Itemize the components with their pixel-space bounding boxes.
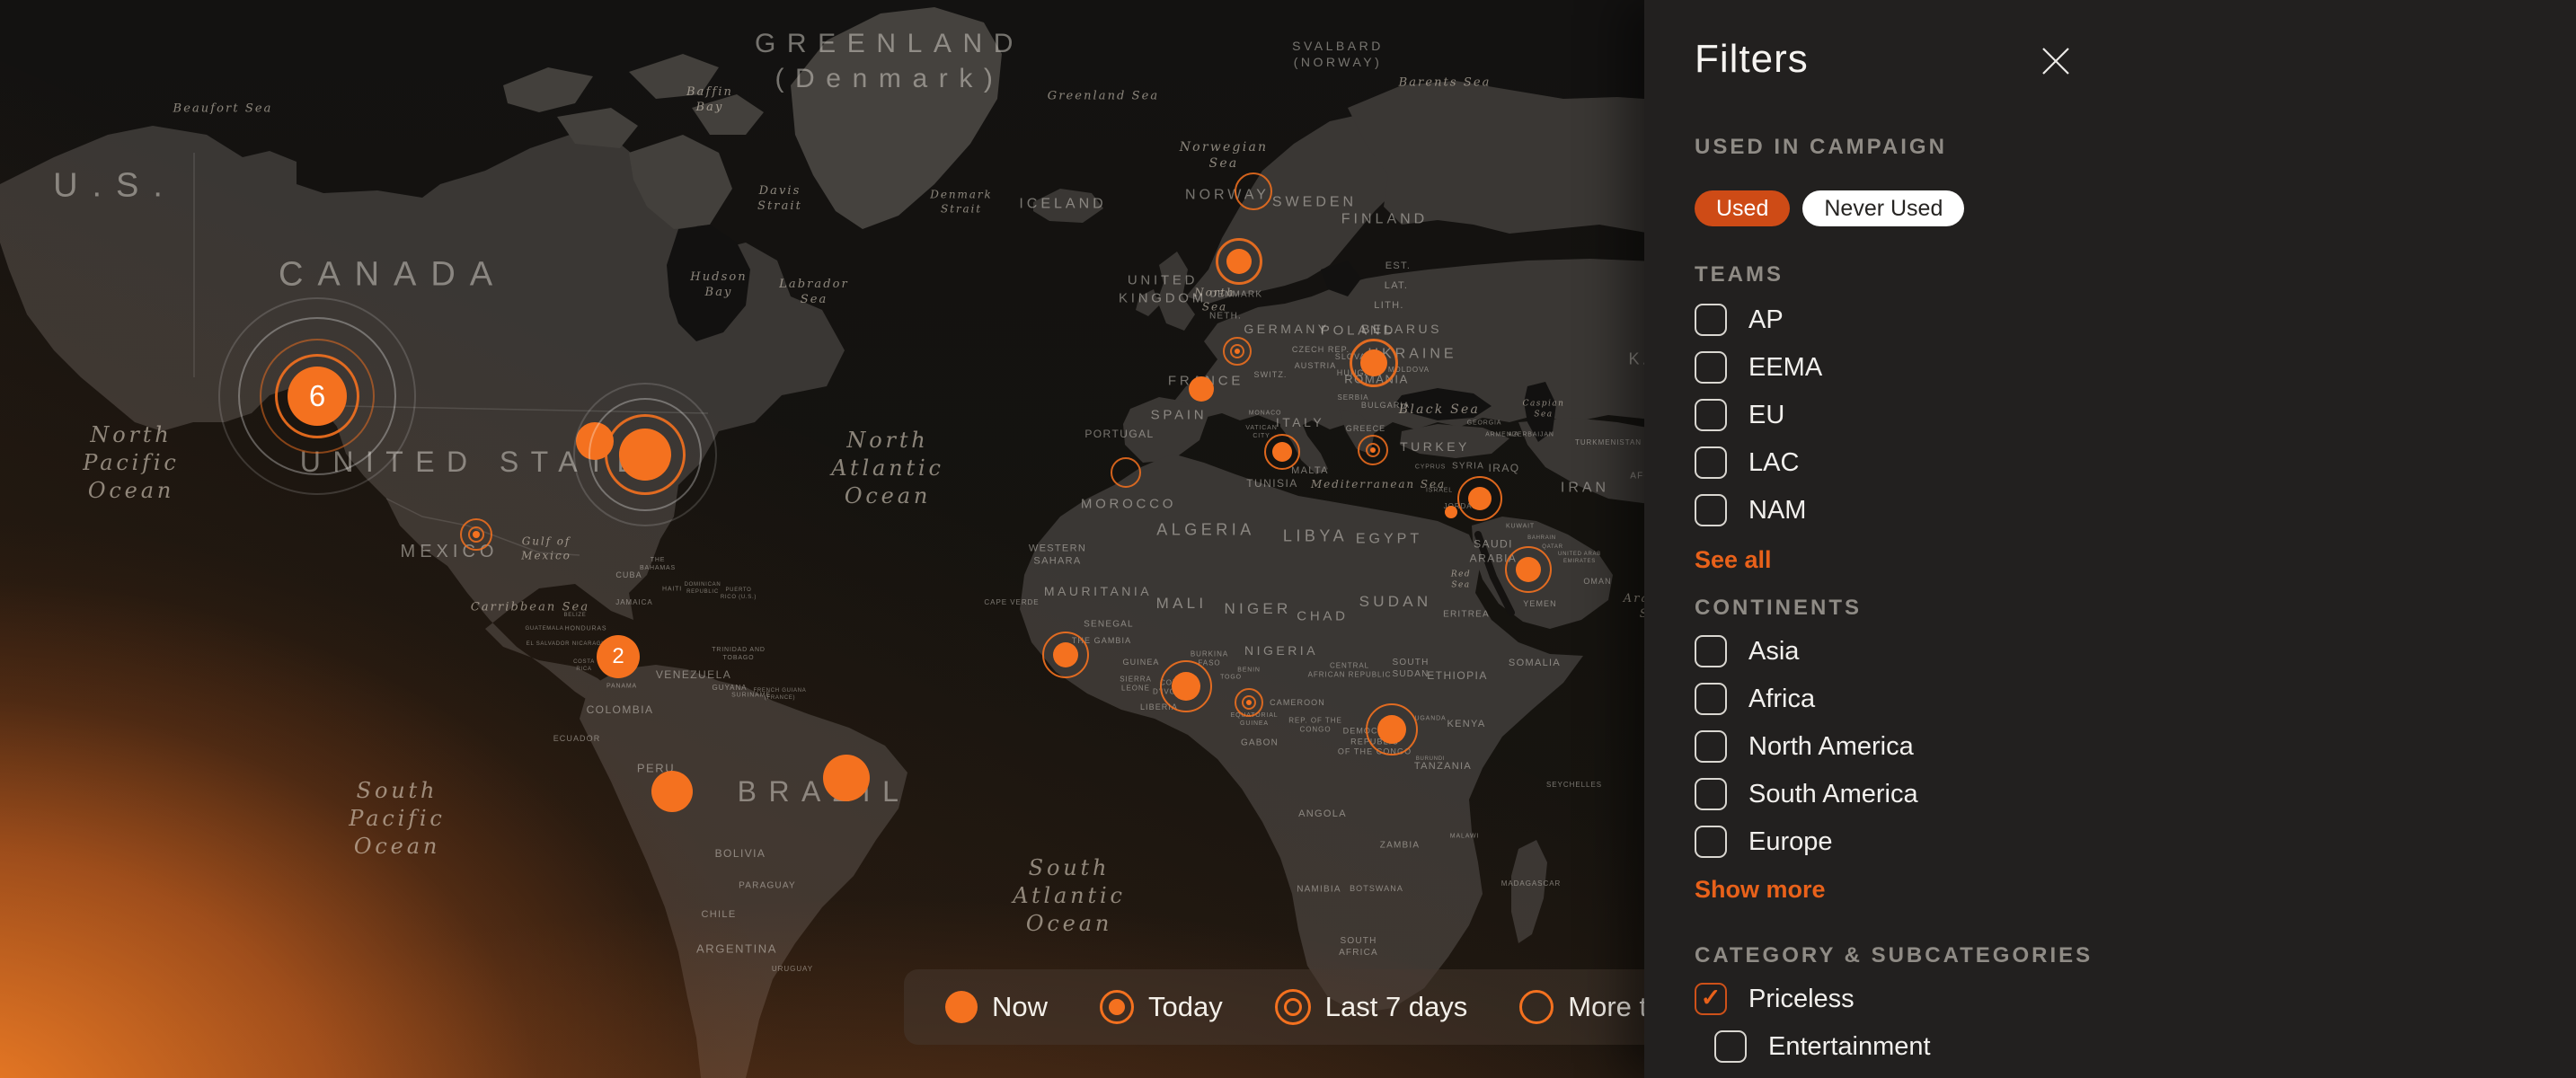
marker-core: [1053, 642, 1078, 667]
checkbox[interactable]: [1695, 304, 1727, 336]
marker-core: [619, 429, 671, 481]
continent-label: North America: [1748, 732, 1914, 762]
campaign-pill-used[interactable]: Used: [1695, 190, 1790, 226]
marker-core: [1172, 672, 1200, 701]
continent-label: Europe: [1748, 827, 1833, 857]
marker-core: [1226, 249, 1252, 274]
app-window: U.S.CANADAUNITED STATESBRAZILGREENLAND (…: [0, 0, 2576, 1078]
see-all-link[interactable]: See all: [1695, 547, 1772, 572]
legend-label: Now: [992, 991, 1048, 1023]
legend-label: Today: [1148, 991, 1223, 1023]
marker-core: [1516, 557, 1541, 582]
close-icon: [2040, 46, 2071, 76]
checkbox[interactable]: [1695, 826, 1727, 858]
team-label: AP: [1748, 305, 1784, 335]
checkbox[interactable]: [1695, 446, 1727, 479]
checkbox[interactable]: [1695, 399, 1727, 431]
section-heading-category-subcategories: CATEGORY & SUBCATEGORIES: [1695, 943, 2576, 968]
continent-label: Africa: [1748, 685, 1815, 714]
continents-checkbox-list: Asia Africa North America South America Euro…: [1695, 635, 2576, 858]
category-label: Entertainment: [1768, 1032, 1931, 1062]
team-label: EU: [1748, 401, 1784, 430]
teams-checkbox-list: AP EEMA EU LAC NAM: [1695, 304, 2576, 526]
marker-core: [823, 755, 870, 801]
continent-label: South America: [1748, 780, 1918, 809]
filters-panel-title: Filters: [1695, 0, 2576, 81]
checkbox[interactable]: [1695, 730, 1727, 763]
team-label: EEMA: [1748, 353, 1822, 383]
marker-ring: [1235, 172, 1272, 210]
filters-panel: Filters USED IN CAMPAIGN UsedNever Used …: [1644, 0, 2576, 1078]
legend-item-last7: Last 7 days: [1275, 989, 1468, 1025]
categories-checkbox-list: Priceless Entertainment: [1695, 983, 2576, 1078]
marker-core: [1377, 715, 1406, 744]
marker-center-dot: [1246, 700, 1252, 705]
team-row-eu[interactable]: EU: [1695, 399, 2576, 431]
marker-core: [1272, 442, 1292, 462]
team-row-eema[interactable]: EEMA: [1695, 351, 2576, 384]
marker-ring: [1111, 457, 1141, 488]
category-row-priceless[interactable]: Priceless: [1695, 983, 2576, 1015]
map-legend: NowTodayLast 7 daysMore than 7 days ago: [904, 969, 1673, 1045]
legend-now-icon: [945, 991, 978, 1023]
checked-checkbox[interactable]: [1695, 983, 1727, 1015]
marker-core: [1468, 487, 1492, 510]
continent-row-south-america[interactable]: South America: [1695, 778, 2576, 810]
marker-count: 6: [309, 379, 325, 413]
legend-item-today: Today: [1100, 990, 1223, 1024]
marker-core: [651, 771, 693, 812]
campaign-pill-group: Used Never Used: [1695, 190, 2576, 226]
team-label: LAC: [1748, 448, 1799, 478]
continent-row-north-america[interactable]: North America: [1695, 730, 2576, 763]
legend-item-now: Now: [945, 991, 1048, 1023]
team-row-ap[interactable]: AP: [1695, 304, 2576, 336]
continent-row-africa[interactable]: Africa: [1695, 683, 2576, 715]
section-heading-continents: CONTINENTS: [1695, 596, 2576, 621]
section-heading-used-in-campaign: USED IN CAMPAIGN: [1695, 135, 2576, 160]
team-row-nam[interactable]: NAM: [1695, 494, 2576, 526]
marker-center-dot: [473, 531, 480, 538]
section-heading-teams: TEAMS: [1695, 262, 2576, 287]
marker-core: [1189, 376, 1214, 402]
checkbox[interactable]: [1695, 683, 1727, 715]
marker-core: [1360, 349, 1387, 376]
legend-last7-icon: [1275, 989, 1311, 1025]
checkbox[interactable]: [1714, 1030, 1747, 1063]
marker-center-dot: [1370, 447, 1376, 453]
marker-count: 2: [612, 644, 624, 669]
continent-row-europe[interactable]: Europe: [1695, 826, 2576, 858]
continent-row-asia[interactable]: Asia: [1695, 635, 2576, 667]
category-row-entertainment[interactable]: Entertainment: [1714, 1030, 2576, 1063]
legend-more7-icon: [1519, 990, 1554, 1024]
category-label: Priceless: [1748, 985, 1855, 1014]
checkbox[interactable]: [1695, 494, 1727, 526]
team-label: NAM: [1748, 496, 1806, 526]
marker-core: [1445, 506, 1457, 518]
show-more-link[interactable]: Show more: [1695, 877, 1826, 902]
marker-center-dot: [1235, 349, 1240, 354]
checkbox[interactable]: [1695, 635, 1727, 667]
campaign-pill-never-used[interactable]: Never Used: [1802, 190, 1964, 226]
team-row-lac[interactable]: LAC: [1695, 446, 2576, 479]
checkbox[interactable]: [1695, 351, 1727, 384]
checkbox[interactable]: [1695, 778, 1727, 810]
legend-label: Last 7 days: [1325, 991, 1468, 1023]
continent-label: Asia: [1748, 637, 1799, 667]
close-button[interactable]: [2038, 43, 2074, 79]
legend-today-icon: [1100, 990, 1134, 1024]
